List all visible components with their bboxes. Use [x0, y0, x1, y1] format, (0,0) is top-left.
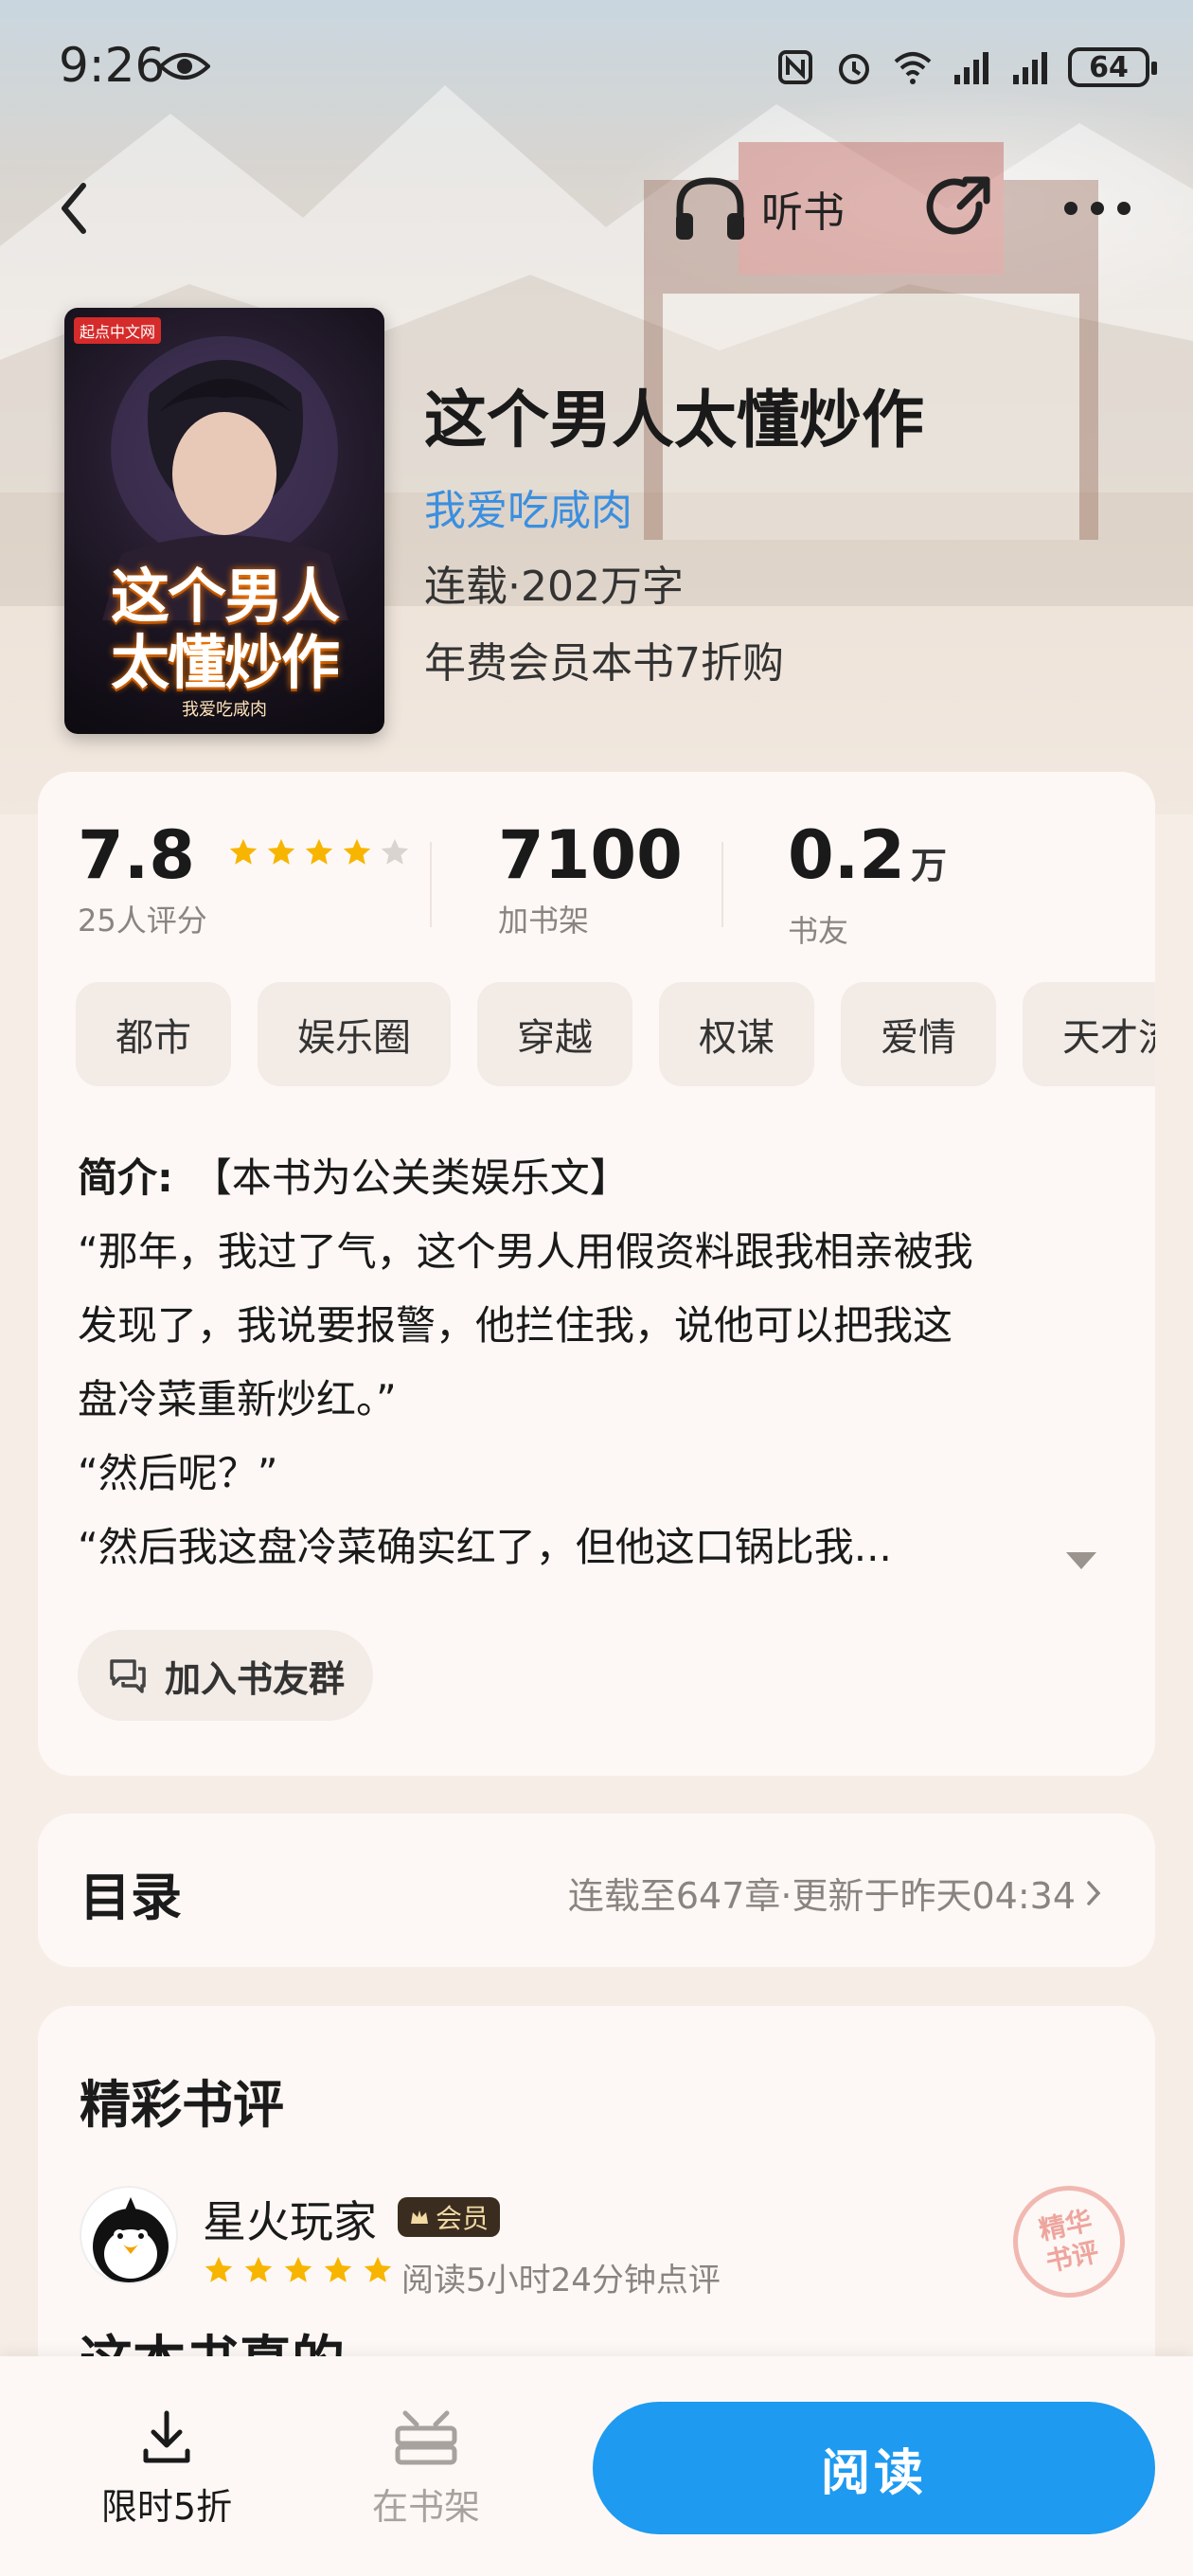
rating-stars [227, 836, 411, 868]
genre-tag[interactable]: 都市 [76, 982, 231, 1086]
table-of-contents-card[interactable]: 目录 连载至647章·更新于昨天04:34 [38, 1814, 1155, 1967]
genre-tags: 都市 娱乐圈 穿越 权谋 爱情 天才流 [76, 982, 1155, 1086]
listen-button[interactable]: 听书 [672, 170, 845, 246]
star-filled-icon [230, 838, 258, 865]
crown-icon [411, 2210, 428, 2224]
member-promo[interactable]: 年费会员本书7折购 [424, 629, 784, 689]
cover-publisher-badge: 起点中文网 [74, 317, 162, 344]
download-sale-button[interactable]: 限时5折 [81, 2407, 252, 2530]
featured-review-seal: 精华 书评 [1003, 2175, 1135, 2308]
rating-stat[interactable]: 7.8 25人评分 [78, 817, 411, 940]
cover-title: 这个男人 太懂炒作 [64, 564, 384, 696]
download-icon [143, 2410, 190, 2463]
status-time: 9:26 [59, 38, 166, 93]
member-badge-label: 会员 [436, 2203, 490, 2234]
shelf-stat: 7100 加书架 [498, 817, 683, 940]
synopsis-line: 盘冷菜重新炒红。” [78, 1376, 397, 1422]
toc-update-info: 连载至647章·更新于昨天04:34 [568, 1867, 1102, 1919]
eye-icon [159, 53, 210, 80]
bookshelf-icon [395, 2410, 457, 2465]
book-author-link[interactable]: 我爱吃咸肉 [424, 476, 632, 537]
synopsis-line: “那年，我过了气，这个男人用假资料跟我相亲被我 [78, 1228, 973, 1275]
battery-indicator: 64 [1068, 47, 1157, 87]
genre-tag[interactable]: 穿越 [477, 982, 632, 1086]
star-filled-icon [306, 838, 333, 865]
more-dot [1064, 202, 1077, 215]
shelf-label: 在书架 [371, 2486, 480, 2528]
signal-icon-2 [1013, 52, 1047, 84]
toc-info-text: 连载至647章·更新于昨天04:34 [567, 1875, 1076, 1917]
review-stars [203, 2254, 394, 2286]
nfc-icon [778, 50, 812, 84]
expand-triangle-icon[interactable] [1062, 1547, 1100, 1575]
alarm-icon [839, 54, 869, 84]
share-icon[interactable] [924, 172, 996, 244]
star-filled-icon [344, 838, 371, 865]
star-filled-icon [205, 2256, 233, 2282]
star-filled-icon [268, 838, 295, 865]
chat-bubbles-icon [110, 1659, 146, 1693]
rating-value: 7.8 [78, 816, 196, 894]
book-title: 这个男人太懂炒作 [424, 384, 924, 456]
read-button[interactable]: 阅读 [593, 2402, 1155, 2534]
signal-icon [954, 52, 988, 84]
chevron-right-icon [1087, 1880, 1101, 1905]
stat-divider [721, 842, 723, 927]
star-filled-icon [324, 2256, 352, 2282]
more-button[interactable] [1064, 189, 1140, 227]
chevron-left-icon [62, 183, 86, 234]
fans-stat[interactable]: 0.2 万 书友 [788, 817, 947, 951]
fans-label: 书友 [788, 913, 849, 949]
bookshelf-button[interactable]: 在书架 [341, 2407, 511, 2530]
penguin-avatar-icon [93, 2197, 169, 2282]
member-badge: 会员 [398, 2197, 501, 2237]
genre-tag[interactable]: 天才流 [1023, 982, 1155, 1086]
toc-title: 目录 [80, 1868, 182, 1927]
avatar[interactable] [80, 2186, 178, 2284]
star-filled-icon [244, 2256, 273, 2282]
reviews-section-title: 精彩书评 [80, 2075, 284, 2135]
synopsis-line: “然后呢？” [78, 1450, 278, 1496]
cover-author: 我爱吃咸肉 [182, 700, 267, 720]
shelf-label: 加书架 [498, 903, 590, 939]
join-group-label: 加入书友群 [165, 1657, 346, 1700]
synopsis-line: 发现了，我说要报警，他拦住我，说他可以把我这 [78, 1302, 953, 1349]
status-bar: 9:26 64 [0, 0, 1193, 133]
genre-tag[interactable]: 权谋 [659, 982, 814, 1086]
headphones-icon [676, 177, 744, 240]
book-detail-card: 7.8 25人评分 7100 加书架 0.2 万 书友 都市 娱乐圈 穿越 权谋 … [38, 772, 1155, 1776]
genre-tag[interactable]: 娱乐圈 [258, 982, 451, 1086]
cover-title-line: 太懂炒作 [110, 628, 340, 697]
rating-count: 25人评分 [78, 903, 207, 939]
synopsis-line: “然后我这盘冷菜确实红了，但他这口锅比我... [78, 1524, 892, 1570]
bottom-action-bar: 限时5折 在书架 阅读 [0, 2356, 1193, 2576]
synopsis-label: 简介: [78, 1154, 173, 1201]
book-cover[interactable]: 起点中文网 这个男人 太懂炒作 我爱吃咸肉 [64, 308, 384, 734]
star-filled-icon [284, 2256, 312, 2282]
fans-unit: 万 [911, 845, 948, 886]
more-dot [1117, 202, 1131, 215]
wifi-icon [894, 52, 932, 84]
book-status: 连载·202万字 [424, 563, 684, 611]
cover-title-line: 这个男人 [110, 562, 340, 631]
more-dot [1091, 202, 1104, 215]
star-filled-icon [364, 2256, 392, 2282]
shelf-count: 7100 [498, 816, 683, 894]
status-icons: 64 [775, 44, 1157, 91]
reviewer-name[interactable]: 星火玩家 [203, 2188, 377, 2250]
stat-divider [430, 842, 432, 927]
sale-label: 限时5折 [100, 2486, 233, 2528]
synopsis-line: 【本书为公关类娱乐文】 [191, 1154, 630, 1201]
fans-count: 0.2 [788, 816, 906, 894]
book-synopsis[interactable]: 简介: 【本书为公关类娱乐文】 “那年，我过了气，这个男人用假资料跟我相亲被我 发… [78, 1141, 1119, 1584]
back-button[interactable] [57, 170, 114, 246]
genre-tag[interactable]: 爱情 [841, 982, 996, 1086]
star-empty-icon [382, 838, 409, 865]
join-group-button[interactable]: 加入书友群 [78, 1630, 374, 1721]
review-meta: 阅读5小时24分钟点评 [401, 2262, 721, 2299]
listen-label: 听书 [761, 188, 845, 237]
